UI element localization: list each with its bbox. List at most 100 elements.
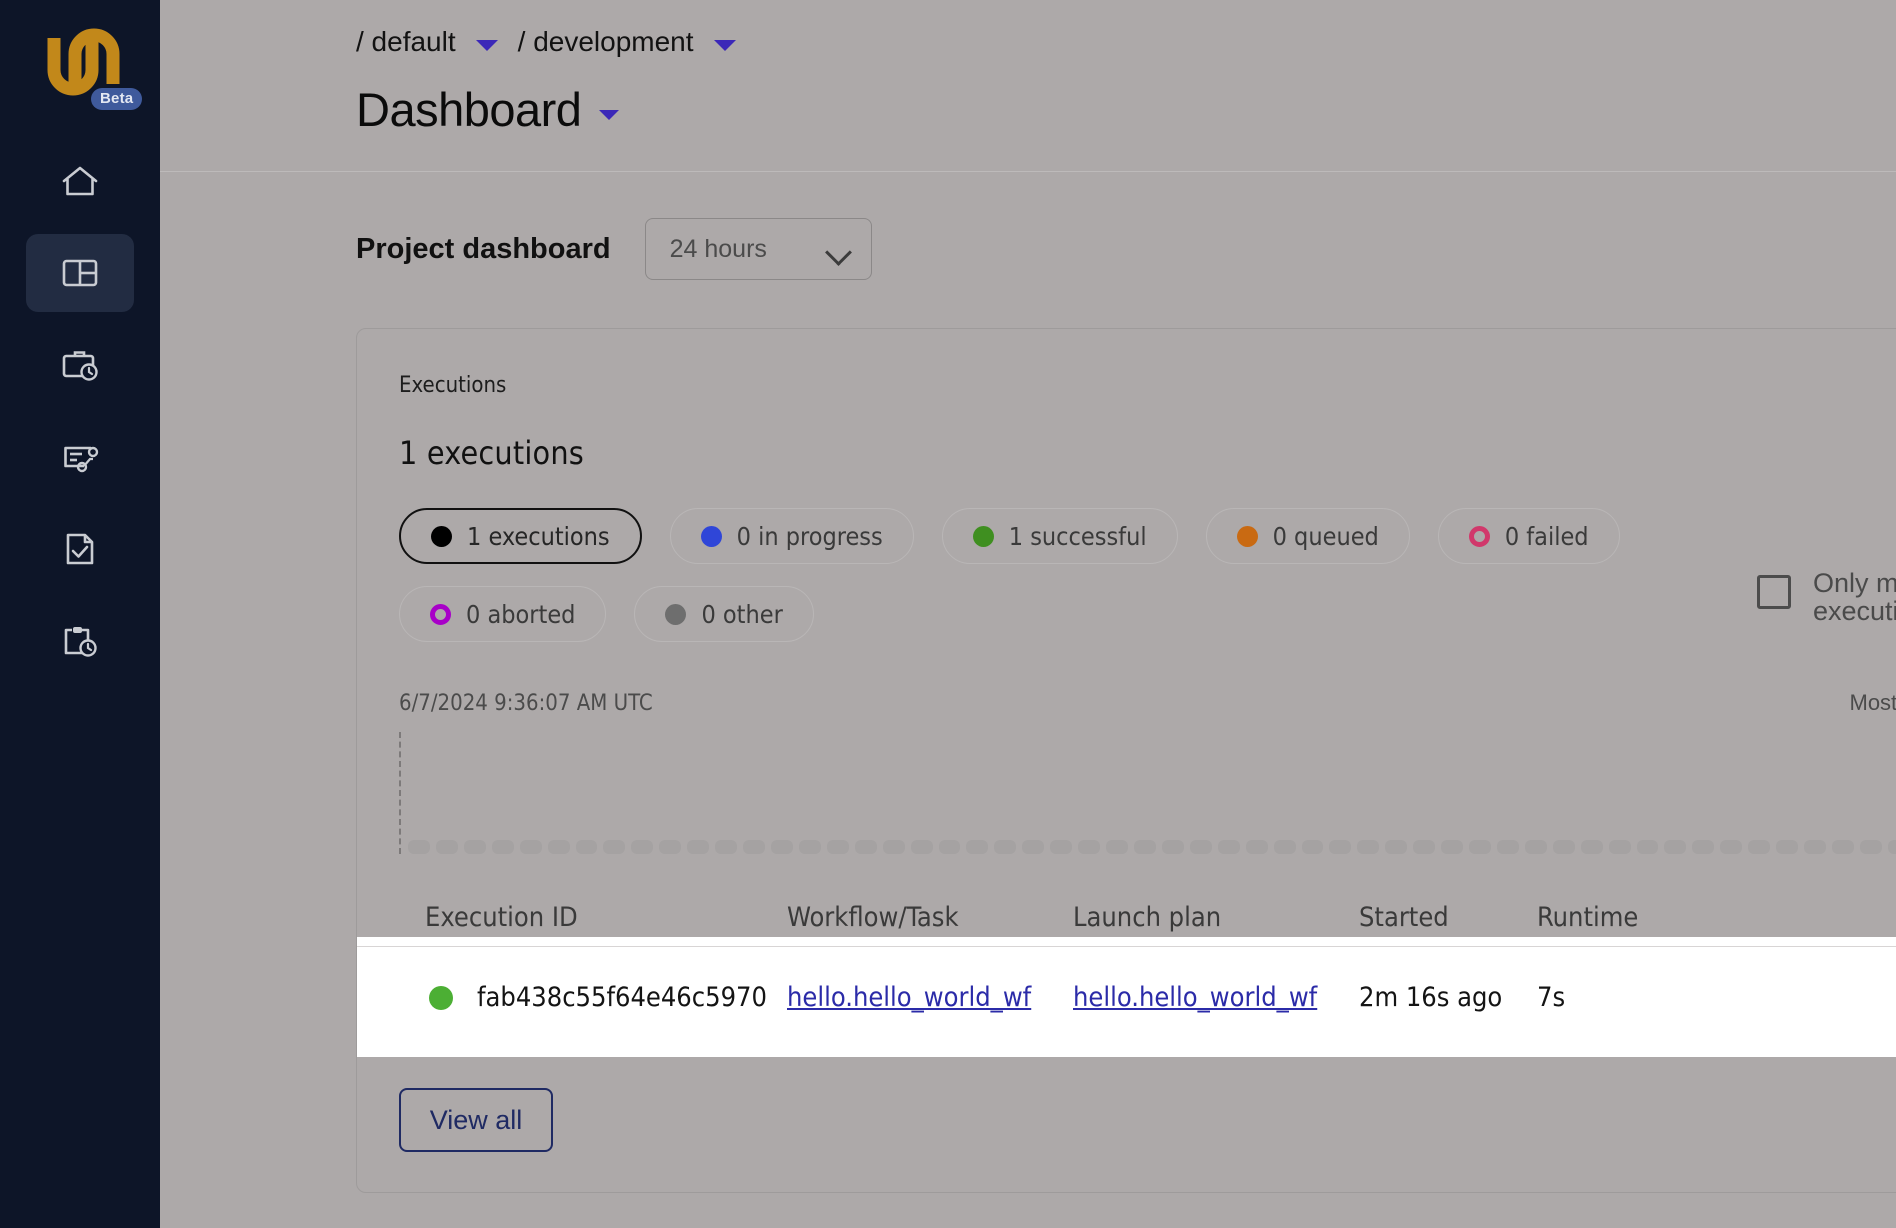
chart-bar[interactable] — [966, 840, 989, 854]
time-range-value: 24 hours — [669, 234, 767, 263]
chart-bar[interactable] — [1804, 840, 1827, 854]
task-flow-icon — [60, 439, 100, 475]
status-marker-icon — [431, 525, 452, 547]
chart-bar[interactable] — [1441, 840, 1464, 854]
chart-bar[interactable] — [1161, 840, 1184, 854]
chart-bar[interactable] — [491, 840, 514, 854]
column-header-workflow-task[interactable]: Workflow/Task — [787, 902, 1073, 933]
column-header-runtime[interactable]: Runtime — [1537, 902, 1697, 933]
chart-bar[interactable] — [1524, 840, 1547, 854]
app-logo[interactable]: Beta — [25, 20, 143, 110]
chart-bar[interactable] — [994, 840, 1017, 854]
chevron-down-icon — [829, 243, 849, 255]
chart-bar[interactable] — [1469, 840, 1491, 854]
chart-bar[interactable] — [519, 840, 542, 854]
only-my-executions-checkbox[interactable]: Only myexecutions — [1757, 569, 1896, 626]
chart-bar[interactable] — [1580, 840, 1603, 854]
document-check-icon — [60, 531, 100, 567]
chart-bar[interactable] — [1413, 840, 1436, 854]
status-chip-aborted[interactable]: 0 aborted — [399, 586, 607, 642]
chart-bar[interactable] — [1301, 840, 1324, 854]
chart-bar[interactable] — [463, 840, 486, 854]
chart-bar[interactable] — [1720, 840, 1743, 854]
status-chip-executions[interactable]: 1 executions — [399, 508, 642, 564]
chart-bar[interactable] — [854, 840, 877, 854]
content-area: Project dashboard 24 hours Executions 1 … — [160, 172, 1896, 1193]
chart-bar[interactable] — [631, 840, 654, 854]
column-header-started[interactable]: Started — [1359, 902, 1537, 933]
beta-badge: Beta — [91, 88, 143, 110]
workflow-task-link[interactable]: hello.hello_world_wf — [787, 982, 1031, 1013]
chart-bar[interactable] — [408, 840, 430, 854]
chart-bar[interactable] — [1050, 840, 1073, 854]
launch-plan-link[interactable]: hello.hello_world_wf — [1073, 982, 1317, 1013]
chart-bar[interactable] — [1496, 840, 1519, 854]
chart-bar[interactable] — [1832, 840, 1854, 854]
chart-bar[interactable] — [770, 840, 793, 854]
column-header-execution-id[interactable]: Execution ID — [399, 902, 787, 933]
chart-header: 6/7/2024 9:36:07 AM UTC Most Recent — [399, 690, 1896, 716]
breadcrumb-domain[interactable]: / development — [518, 26, 694, 58]
chart-bar[interactable] — [938, 840, 961, 854]
chart-bar[interactable] — [826, 840, 849, 854]
chart-bar[interactable] — [575, 840, 598, 854]
project-chevron-down-icon[interactable] — [475, 39, 498, 51]
chart-bar[interactable] — [1748, 840, 1771, 854]
chart-bar[interactable] — [882, 840, 905, 854]
chart-bar[interactable] — [1664, 840, 1687, 854]
home-icon — [60, 163, 100, 199]
chart-bar[interactable] — [1273, 840, 1296, 854]
sidebar-item-workflows[interactable] — [26, 326, 134, 404]
chart-bar[interactable] — [715, 840, 738, 854]
execution-id-text: fab438c55f64e46c5970 — [477, 982, 767, 1013]
sidebar-item-launch-plans[interactable] — [26, 510, 134, 588]
chart-bar[interactable] — [1106, 840, 1128, 854]
chart-bar[interactable] — [687, 840, 710, 854]
page-title-chevron-down-icon[interactable] — [599, 109, 620, 120]
breadcrumb-project[interactable]: / default — [356, 26, 456, 58]
chart-bar[interactable] — [1636, 840, 1659, 854]
chart-bar[interactable] — [1078, 840, 1101, 854]
chart-bar[interactable] — [1022, 840, 1045, 854]
chart-bar[interactable] — [1245, 840, 1268, 854]
chart-bar[interactable] — [798, 840, 821, 854]
chart-bar[interactable] — [910, 840, 933, 854]
checkbox-box-icon — [1757, 575, 1791, 609]
sidebar-item-home[interactable] — [26, 142, 134, 220]
chart-bar[interactable] — [1133, 840, 1156, 854]
column-header-launch-plan[interactable]: Launch plan — [1073, 902, 1359, 933]
status-chip-in-progress[interactable]: 0 in progress — [669, 508, 914, 564]
union-logo-icon — [47, 28, 120, 96]
section-title: Project dashboard — [356, 232, 611, 265]
chart-bar[interactable] — [1217, 840, 1240, 854]
status-chip-label: 1 successful — [1008, 521, 1147, 551]
time-range-select[interactable]: 24 hours — [644, 218, 872, 280]
chart-bar[interactable] — [1859, 840, 1882, 854]
sidebar-item-dashboard[interactable] — [26, 234, 134, 312]
chart-bar[interactable] — [1329, 840, 1352, 854]
sidebar-item-executions[interactable] — [26, 602, 134, 680]
chart-bar[interactable] — [1357, 840, 1380, 854]
top-bar: / default / development Dashboard — [160, 0, 1896, 172]
status-chip-queued[interactable]: 0 queued — [1205, 508, 1410, 564]
chart-bar[interactable] — [1385, 840, 1408, 854]
chart-bar[interactable] — [603, 840, 626, 854]
chart-bar[interactable] — [1189, 840, 1212, 854]
chart-bar[interactable] — [1608, 840, 1631, 854]
status-chip-failed[interactable]: 0 failed — [1437, 508, 1620, 564]
view-all-button[interactable]: View all — [399, 1088, 553, 1152]
sidebar-item-tasks[interactable] — [26, 418, 134, 496]
chart-bar[interactable] — [547, 840, 570, 854]
status-chip-other[interactable]: 0 other — [634, 586, 814, 642]
chart-bar[interactable] — [743, 840, 765, 854]
chart-bar[interactable] — [1552, 840, 1575, 854]
table-row[interactable]: fab438c55f64e46c5970 hello.hello_world_w… — [357, 946, 1896, 1048]
domain-chevron-down-icon[interactable] — [713, 39, 736, 51]
executions-label: Executions — [399, 373, 507, 398]
status-chip-successful[interactable]: 1 successful — [941, 508, 1178, 564]
chart-bar[interactable] — [659, 840, 682, 854]
chart-bar[interactable] — [435, 840, 458, 854]
chart-bar[interactable] — [1776, 840, 1799, 854]
chart-bar[interactable] — [1887, 840, 1896, 854]
chart-bar[interactable] — [1692, 840, 1715, 854]
